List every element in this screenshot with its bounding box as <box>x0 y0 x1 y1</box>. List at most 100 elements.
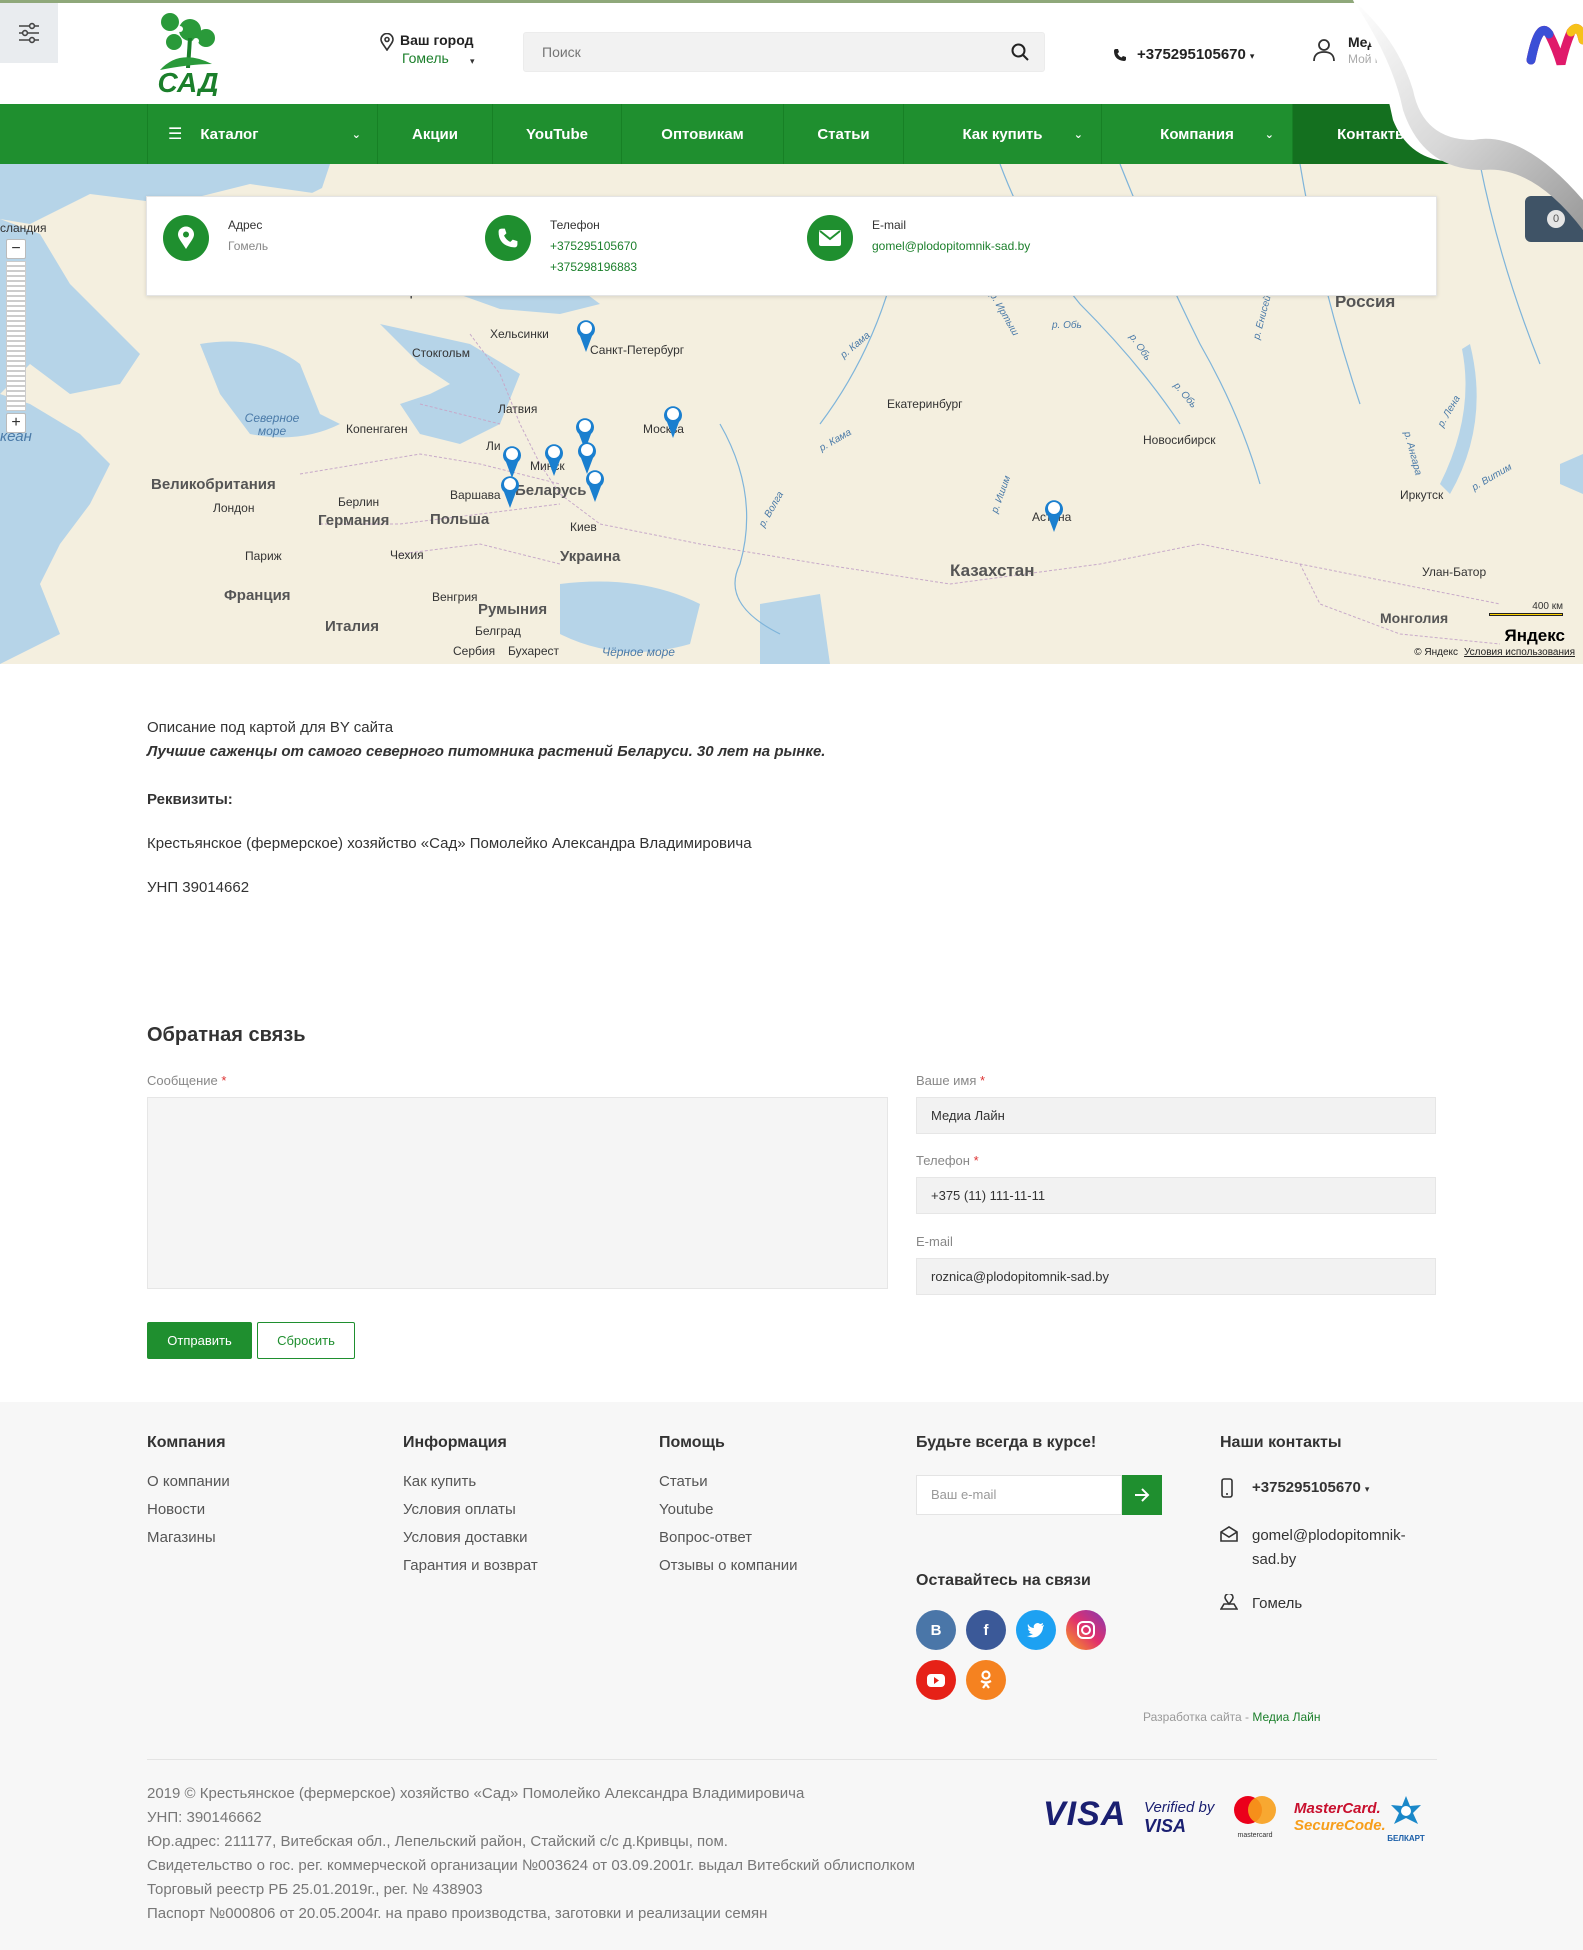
footer-link[interactable]: Статьи <box>659 1468 798 1496</box>
nav-company-label: Компания <box>1160 125 1234 143</box>
youtube-icon[interactable] <box>916 1660 956 1700</box>
phone-link-1[interactable]: +375295105670 <box>550 236 637 257</box>
footer-link[interactable]: Youtube <box>659 1496 798 1524</box>
map-label: Великобритания <box>151 476 276 493</box>
map-label: Северное море <box>244 411 300 438</box>
description-line: Описание под картой для BY сайта <box>147 719 394 736</box>
site-logo[interactable]: САД <box>150 8 226 98</box>
nav-youtube[interactable]: YouTube <box>493 104 622 164</box>
nav-promotions[interactable]: Акции <box>378 104 493 164</box>
page-description: Описание под картой для BY сайта Лучшие … <box>147 716 1247 900</box>
footer-link[interactable]: Как купить <box>403 1468 538 1496</box>
filter-settings-button[interactable] <box>0 3 58 63</box>
nav-catalog[interactable]: ☰ Каталог ⌄ <box>147 104 378 164</box>
map-marker[interactable] <box>659 400 687 440</box>
search-input[interactable] <box>524 33 964 71</box>
footer-link[interactable]: Магазины <box>147 1524 230 1552</box>
footer-link[interactable]: Отзывы о компании <box>659 1552 798 1580</box>
feedback-title: Обратная связь <box>147 1024 306 1046</box>
map-label: Берлин <box>338 495 380 509</box>
map-marker[interactable] <box>496 470 524 510</box>
nav-articles[interactable]: Статьи <box>784 104 904 164</box>
map-label: Украина <box>560 548 621 565</box>
map-label: Венгрия <box>432 590 478 604</box>
footer-link[interactable]: Условия оплаты <box>403 1496 538 1524</box>
facebook-icon[interactable]: f <box>966 1610 1006 1650</box>
phone-field[interactable]: +375 (11) 111-11-11 <box>916 1177 1436 1214</box>
phone-link-2[interactable]: +375298196883 <box>550 257 637 278</box>
contact-info-card: Адрес Гомель Телефон +375295105670 +3752… <box>146 196 1437 296</box>
belkart-logo: БЕЛКАРТ <box>1384 1795 1428 1843</box>
verified-visa-text: VISA <box>1144 1816 1187 1836</box>
social-title: Оставайтесь на связи <box>916 1572 1091 1589</box>
email-field[interactable]: roznica@plodopitomnik-sad.by <box>916 1258 1436 1295</box>
nav-company[interactable]: Компания ⌄ <box>1102 104 1293 164</box>
name-field[interactable]: Медиа Лайн <box>916 1097 1436 1134</box>
map-scale-label: 400 км <box>1532 601 1563 612</box>
contacts-title: Наши контакты <box>1220 1434 1342 1451</box>
address-title: Адрес <box>228 218 263 232</box>
map-marker[interactable] <box>540 438 568 478</box>
zoom-slider[interactable] <box>6 261 26 411</box>
footer-email-link: gomel@plodopitomnik-sad.by <box>1252 1527 1406 1568</box>
subscribe-email-input[interactable]: Ваш e-mail <box>916 1475 1122 1515</box>
zoom-in-button[interactable]: + <box>6 413 26 433</box>
developer-link[interactable]: Медиа Лайн <box>1252 1710 1320 1724</box>
map-marker[interactable] <box>581 464 609 504</box>
subscribe-form: Ваш e-mail <box>916 1475 1162 1515</box>
required-mark: * <box>221 1073 227 1088</box>
footer-email[interactable]: gomel@plodopitomnik-sad.by <box>1220 1524 1440 1572</box>
city-value[interactable]: Гомель <box>380 50 473 66</box>
footer-info-column: Информация Как купить Условия оплаты Усл… <box>403 1434 538 1580</box>
footer-link[interactable]: Условия доставки <box>403 1524 538 1552</box>
footer-link[interactable]: О компании <box>147 1468 230 1496</box>
footer-link[interactable]: Вопрос-ответ <box>659 1524 798 1552</box>
zoom-out-button[interactable]: − <box>6 239 26 259</box>
map-marker[interactable] <box>1040 494 1068 534</box>
nav-wholesale[interactable]: Оптовикам <box>622 104 784 164</box>
odnoklassniki-icon[interactable] <box>966 1660 1006 1700</box>
verified-by-visa-logo: Verified by VISA <box>1144 1799 1214 1835</box>
envelope-icon <box>807 215 853 261</box>
vk-icon[interactable]: В <box>916 1610 956 1650</box>
footer-divider <box>147 1759 1437 1760</box>
phone-label: Телефон * <box>916 1153 979 1168</box>
reset-button[interactable]: Сбросить <box>257 1322 355 1359</box>
footer-link[interactable]: Гарантия и возврат <box>403 1552 538 1580</box>
location-pin-icon <box>380 33 394 51</box>
map-label: Новосибирск <box>1143 433 1216 447</box>
map-label: Франция <box>224 587 291 604</box>
email-link[interactable]: gomel@plodopitomnik-sad.by <box>872 236 1030 257</box>
map-terms-link[interactable]: Условия использования <box>1464 647 1575 658</box>
map-label: Париж <box>245 549 282 563</box>
legal-info: 2019 © Крестьянское (фермерское) хозяйст… <box>147 1782 915 1926</box>
instagram-icon[interactable] <box>1066 1610 1106 1650</box>
subscribe-button[interactable] <box>1122 1475 1162 1515</box>
footer-social-column: Оставайтесь на связи <box>916 1572 1091 1606</box>
yandex-logo[interactable]: Яндекс <box>1505 626 1565 646</box>
map-label: Польша <box>430 511 490 528</box>
message-textarea[interactable] <box>147 1097 888 1289</box>
footer-contacts-column: Наши контакты <box>1220 1434 1342 1468</box>
page-curl-ad[interactable] <box>1353 0 1583 230</box>
city-selector[interactable]: Ваш город Гомель ▾ <box>380 32 475 66</box>
send-button[interactable]: Отправить <box>147 1322 252 1359</box>
belkart-star-icon <box>1391 1796 1421 1824</box>
arrow-right-icon <box>1135 1488 1150 1502</box>
map-label: Белград <box>475 624 521 638</box>
map-marker[interactable] <box>572 314 600 354</box>
footer-phone[interactable]: +375295105670 ▾ <box>1220 1476 1369 1500</box>
subscribe-title: Будьте всегда в курсе! <box>916 1434 1097 1451</box>
header-phone[interactable]: +375295105670 ▾ <box>1113 46 1254 63</box>
search-icon[interactable] <box>1010 42 1030 62</box>
twitter-icon[interactable] <box>1016 1610 1056 1650</box>
footer-phone-number: +375295105670 <box>1252 1479 1361 1496</box>
developer-prefix: Разработка сайта - <box>1143 1710 1253 1724</box>
map-zoom-control: − + <box>6 239 28 434</box>
map-label: Сербия <box>453 644 496 658</box>
nav-how-to-buy[interactable]: Как купить ⌄ <box>904 104 1102 164</box>
map-copyright-text: © Яндекс <box>1414 647 1458 658</box>
map-label: Варшава <box>450 488 501 502</box>
securecode-line-2: SecureCode. <box>1294 1817 1386 1834</box>
footer-link[interactable]: Новости <box>147 1496 230 1524</box>
